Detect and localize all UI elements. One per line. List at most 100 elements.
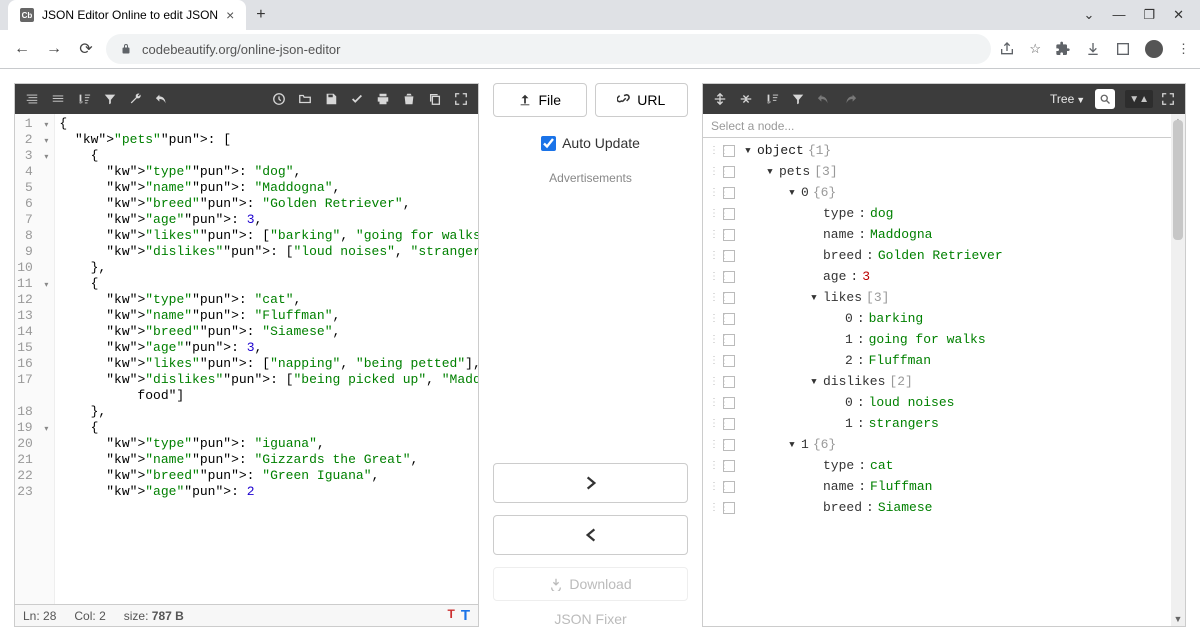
tree-row[interactable]: ⋮⋮1 : strangers [703, 413, 1185, 434]
transfer-left-button[interactable] [493, 515, 688, 555]
back-button[interactable]: ← [10, 40, 34, 58]
caret-icon[interactable]: ▼ [787, 188, 797, 198]
print-icon[interactable] [372, 88, 394, 110]
compact-icon[interactable] [47, 88, 69, 110]
caret-icon[interactable]: ▼ [787, 440, 797, 450]
tree-row[interactable]: ⋮⋮0 : barking [703, 308, 1185, 329]
tree-checkbox[interactable] [723, 481, 735, 493]
tree-checkbox[interactable] [723, 460, 735, 472]
tree-row[interactable]: ⋮⋮type : dog [703, 203, 1185, 224]
open-icon[interactable] [294, 88, 316, 110]
tree-row[interactable]: ⋮⋮name : Fluffman [703, 476, 1185, 497]
text-small-icon[interactable]: T [447, 607, 454, 624]
drag-handle-icon[interactable]: ⋮⋮ [709, 397, 719, 409]
download-icon[interactable] [1085, 41, 1101, 57]
tree-view[interactable]: ⋮⋮▼object {1}⋮⋮▼pets [3]⋮⋮▼0 {6}⋮⋮type :… [703, 138, 1185, 626]
url-button[interactable]: URL [595, 83, 689, 117]
tree-row[interactable]: ⋮⋮breed : Siamese [703, 497, 1185, 518]
account-icon[interactable] [1115, 41, 1131, 57]
expand-all-icon[interactable] [709, 88, 731, 110]
drag-handle-icon[interactable]: ⋮⋮ [709, 250, 719, 262]
fullscreen-tree-icon[interactable] [1157, 88, 1179, 110]
tree-checkbox[interactable] [723, 292, 735, 304]
drag-handle-icon[interactable]: ⋮⋮ [709, 145, 719, 157]
transfer-right-button[interactable] [493, 463, 688, 503]
sort-icon[interactable] [73, 88, 95, 110]
text-large-icon[interactable]: T [461, 607, 470, 624]
tree-checkbox[interactable] [723, 166, 735, 178]
undo-tree-icon[interactable] [813, 88, 835, 110]
collapse-all-icon[interactable] [735, 88, 757, 110]
forward-button[interactable]: → [42, 40, 66, 58]
tree-checkbox[interactable] [723, 439, 735, 451]
maximize-icon[interactable]: ❐ [1143, 7, 1155, 23]
download-button[interactable]: Download [493, 567, 688, 601]
drag-handle-icon[interactable]: ⋮⋮ [709, 187, 719, 199]
tree-row[interactable]: ⋮⋮breed : Golden Retriever [703, 245, 1185, 266]
auto-update-checkbox[interactable] [541, 136, 556, 151]
drag-handle-icon[interactable]: ⋮⋮ [709, 313, 719, 325]
tree-checkbox[interactable] [723, 418, 735, 430]
save-icon[interactable] [320, 88, 342, 110]
drag-handle-icon[interactable]: ⋮⋮ [709, 271, 719, 283]
tree-checkbox[interactable] [723, 187, 735, 199]
tree-row[interactable]: ⋮⋮▼0 {6} [703, 182, 1185, 203]
sort-tree-icon[interactable] [761, 88, 783, 110]
extensions-icon[interactable] [1055, 41, 1071, 57]
tree-checkbox[interactable] [723, 229, 735, 241]
tree-search-input[interactable] [1095, 89, 1115, 109]
reload-button[interactable]: ⟳ [74, 39, 98, 59]
redo-tree-icon[interactable] [839, 88, 861, 110]
minimize-icon[interactable]: — [1112, 7, 1125, 23]
new-tab-button[interactable]: + [246, 6, 275, 24]
drag-handle-icon[interactable]: ⋮⋮ [709, 376, 719, 388]
drag-handle-icon[interactable]: ⋮⋮ [709, 334, 719, 346]
code-editor[interactable]: 1 ▾2 ▾3 ▾4 5 6 7 8 9 10 11 ▾12 13 14 15 … [15, 114, 478, 604]
tree-checkbox[interactable] [723, 313, 735, 325]
drag-handle-icon[interactable]: ⋮⋮ [709, 460, 719, 472]
fullscreen-icon[interactable] [450, 88, 472, 110]
tree-row[interactable]: ⋮⋮name : Maddogna [703, 224, 1185, 245]
tree-checkbox[interactable] [723, 334, 735, 346]
drag-handle-icon[interactable]: ⋮⋮ [709, 481, 719, 493]
tree-checkbox[interactable] [723, 502, 735, 514]
tree-checkbox[interactable] [723, 376, 735, 388]
tree-checkbox[interactable] [723, 355, 735, 367]
history-icon[interactable] [268, 88, 290, 110]
scroll-thumb[interactable] [1173, 120, 1183, 240]
code-lines[interactable]: { "kw">"pets""pun">: [ { "kw">"type""pun… [55, 114, 478, 604]
close-window-icon[interactable]: ✕ [1173, 7, 1184, 23]
close-tab-icon[interactable]: × [226, 7, 234, 23]
profile-icon[interactable] [1145, 40, 1163, 58]
drag-handle-icon[interactable]: ⋮⋮ [709, 355, 719, 367]
undo-icon[interactable] [151, 88, 173, 110]
url-bar[interactable]: codebeautify.org/online-json-editor [106, 34, 991, 64]
tree-checkbox[interactable] [723, 397, 735, 409]
tree-row[interactable]: ⋮⋮▼pets [3] [703, 161, 1185, 182]
drag-handle-icon[interactable]: ⋮⋮ [709, 229, 719, 241]
tree-row[interactable]: ⋮⋮▼likes [3] [703, 287, 1185, 308]
tree-row[interactable]: ⋮⋮age : 3 [703, 266, 1185, 287]
format-icon[interactable] [21, 88, 43, 110]
tree-checkbox[interactable] [723, 145, 735, 157]
chevron-down-icon[interactable]: ⌄ [1084, 7, 1095, 23]
drag-handle-icon[interactable]: ⋮⋮ [709, 439, 719, 451]
drag-handle-icon[interactable]: ⋮⋮ [709, 166, 719, 178]
tree-scrollbar[interactable]: ▲ ▼ [1171, 114, 1185, 626]
tree-row[interactable]: ⋮⋮▼1 {6} [703, 434, 1185, 455]
tree-row[interactable]: ⋮⋮type : cat [703, 455, 1185, 476]
validate-icon[interactable] [346, 88, 368, 110]
tree-checkbox[interactable] [723, 208, 735, 220]
tree-row[interactable]: ⋮⋮▼object {1} [703, 140, 1185, 161]
tree-row[interactable]: ⋮⋮▼dislikes [2] [703, 371, 1185, 392]
star-icon[interactable]: ☆ [1029, 41, 1041, 57]
json-fixer-link[interactable]: JSON Fixer [493, 611, 688, 627]
tree-row[interactable]: ⋮⋮2 : Fluffman [703, 350, 1185, 371]
browser-tab[interactable]: Cb JSON Editor Online to edit JSON × [8, 0, 246, 30]
caret-icon[interactable]: ▼ [809, 293, 819, 303]
delete-icon[interactable] [398, 88, 420, 110]
mode-dropdown[interactable]: Tree▼ [1044, 92, 1091, 106]
tree-type-filter[interactable]: ▼▲ [1125, 90, 1153, 108]
drag-handle-icon[interactable]: ⋮⋮ [709, 292, 719, 304]
menu-icon[interactable]: ⋮ [1177, 41, 1190, 57]
